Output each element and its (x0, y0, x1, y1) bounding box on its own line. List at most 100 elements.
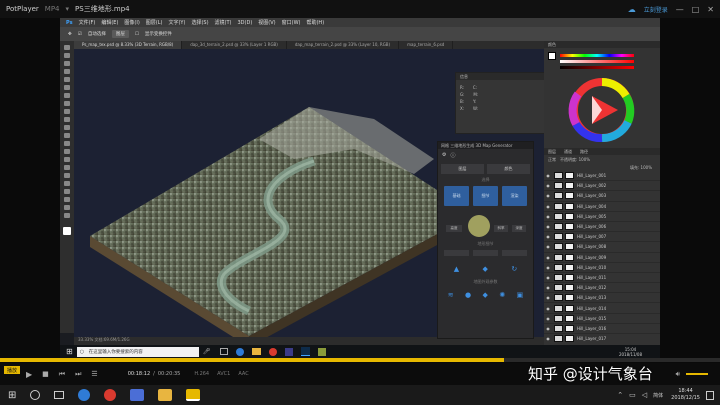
eye-icon[interactable]: ◉ (544, 244, 552, 249)
layer-row[interactable]: ◉ Hill_Layer_003 (544, 191, 660, 202)
eye-icon[interactable]: ◉ (544, 275, 552, 280)
doc-tab[interactable]: map_terrain_6.psd (399, 41, 454, 49)
tool-icon[interactable] (64, 149, 70, 154)
next-icon[interactable]: ⏭ (75, 370, 81, 379)
folder-icon[interactable] (252, 348, 262, 355)
foreground-color-swatch[interactable] (63, 227, 71, 235)
eye-icon[interactable]: ◉ (544, 204, 552, 209)
tool-icon[interactable] (64, 205, 70, 210)
tool-icon[interactable] (64, 141, 70, 146)
channels-tab[interactable]: 通道 (564, 149, 572, 155)
account-label[interactable]: 立刻登录 (644, 5, 668, 14)
eye-icon[interactable]: ◉ (544, 336, 552, 341)
tab-colors[interactable]: 颜色 (487, 164, 530, 174)
layer-row[interactable]: ◉ Hill_Layer_011 (544, 273, 660, 284)
folder-icon[interactable] (158, 389, 173, 401)
tool-icon[interactable] (64, 157, 70, 162)
detail-button[interactable]: 细节 (473, 186, 498, 206)
layer-select[interactable]: 图层 (111, 30, 129, 38)
base-button[interactable]: 基础 (444, 186, 469, 206)
drop-icon[interactable]: ● (465, 291, 471, 299)
volume-icon[interactable]: 🔊︎ (676, 370, 680, 379)
notification-icon[interactable] (706, 390, 714, 400)
layers-icon[interactable]: ≋ (448, 291, 454, 299)
refresh-icon[interactable]: ↻ (511, 265, 517, 273)
layer-row[interactable]: ◉ Hill_Layer_009 (544, 253, 660, 263)
layer-row[interactable]: ◉ Hill_Layer_016 (544, 324, 660, 334)
tool-icon[interactable] (64, 133, 70, 138)
layer-row[interactable]: ◉ Hill_Layer_008 (544, 242, 660, 253)
menu-item[interactable]: 窗口(W) (282, 19, 301, 26)
chrome-icon[interactable] (269, 347, 278, 356)
fg-swatch[interactable] (548, 52, 556, 60)
layer-row[interactable]: ◉ Hill_Layer_015 (544, 314, 660, 324)
menu-item[interactable]: 图像(I) (124, 19, 139, 26)
stop-icon[interactable]: ■ (42, 370, 49, 378)
menu-item[interactable]: 视图(V) (258, 19, 275, 26)
layer-row[interactable]: ◉ Hill_Layer_014 (544, 303, 660, 314)
move-tool-icon[interactable]: ✥ (68, 32, 72, 37)
minimize-icon[interactable]: — (676, 5, 684, 14)
app-icon[interactable] (318, 347, 327, 356)
eye-icon[interactable]: ◉ (544, 285, 552, 290)
task-view-icon[interactable] (54, 391, 65, 399)
water-icon[interactable]: ◆ (483, 265, 488, 273)
prev-icon[interactable]: ⏮ (59, 370, 65, 379)
volume-slider[interactable] (686, 373, 708, 375)
eye-icon[interactable]: ◉ (544, 295, 552, 300)
layer-row[interactable]: ◉ Hill_Layer_001 (544, 171, 660, 182)
mic-icon[interactable]: 🎤︎ (203, 348, 211, 355)
layer-row[interactable]: ◉ Hill_Layer_013 (544, 293, 660, 304)
search-input[interactable]: ○ 在这里输入你要搜索的内容 (76, 346, 199, 357)
layers-tab[interactable]: 图层 (548, 149, 556, 155)
bri-slider[interactable] (560, 66, 634, 69)
layer-row[interactable]: ◉ Hill_Layer_002 (544, 181, 660, 192)
slider[interactable] (444, 250, 469, 256)
layer-row[interactable]: ◉ Hill_Layer_004 (544, 202, 660, 212)
tool-icon[interactable] (64, 101, 70, 106)
doc-tab[interactable]: dap_map_terrain_2.psd @ 33% (Layer 10, R… (287, 41, 400, 49)
doc-tab[interactable]: dap_3d_terrain_2.psd @ 33% (Layer 1 RGB) (182, 41, 287, 49)
gem-icon[interactable]: ◆ (483, 291, 488, 299)
tray-chevron-icon[interactable]: ⌃ (617, 391, 623, 399)
task-view-icon[interactable] (220, 348, 229, 355)
tool-icon[interactable] (64, 165, 70, 170)
volume-tray-icon[interactable]: ◁ (642, 391, 647, 399)
tab-layers[interactable]: 图层 (441, 164, 484, 174)
menu-item[interactable]: 帮助(H) (306, 19, 324, 26)
export-icon[interactable]: ▣ (517, 291, 524, 299)
settings-icon[interactable]: ⚙ (442, 152, 446, 158)
slider[interactable] (473, 250, 498, 256)
ime-label[interactable]: 简体 (653, 392, 663, 399)
tool-icon[interactable] (64, 213, 70, 218)
eye-icon[interactable]: ◉ (544, 173, 552, 178)
menu-item[interactable]: 3D(D) (238, 20, 253, 26)
menu-item[interactable]: 编辑(E) (101, 19, 118, 26)
tool-icon[interactable] (64, 181, 70, 186)
tool-icon[interactable] (64, 197, 70, 202)
eye-icon[interactable]: ◉ (544, 234, 552, 239)
menu-item[interactable]: 滤镜(T) (215, 19, 232, 26)
tool-icon[interactable] (64, 53, 70, 58)
tool-icon[interactable] (64, 61, 70, 66)
sat-slider[interactable] (560, 60, 634, 63)
eye-icon[interactable]: ◉ (544, 326, 552, 331)
small-button[interactable]: 斜率 (494, 225, 508, 232)
eye-icon[interactable]: ◉ (544, 183, 552, 188)
tool-icon[interactable] (64, 77, 70, 82)
playlist-icon[interactable]: ☰ (91, 370, 97, 378)
tool-icon[interactable] (64, 173, 70, 178)
account-icon[interactable]: ☁ (628, 5, 636, 14)
menu-item[interactable]: 文字(Y) (168, 19, 185, 26)
close-icon[interactable]: ✕ (707, 5, 714, 14)
eye-icon[interactable]: ◉ (544, 255, 552, 260)
layer-row[interactable]: ◉ Hill_Layer_017 (544, 334, 660, 343)
render-button[interactable]: 渲染 (502, 186, 527, 206)
host-clock[interactable]: 18:44 2018/12/15 (671, 388, 700, 402)
tool-icon[interactable] (64, 189, 70, 194)
play-icon[interactable]: ▶ (26, 370, 32, 379)
terrain-icon[interactable]: ▲ (454, 265, 459, 273)
eye-icon[interactable]: ◉ (544, 306, 552, 311)
tool-icon[interactable] (64, 69, 70, 74)
slider[interactable] (502, 250, 527, 256)
